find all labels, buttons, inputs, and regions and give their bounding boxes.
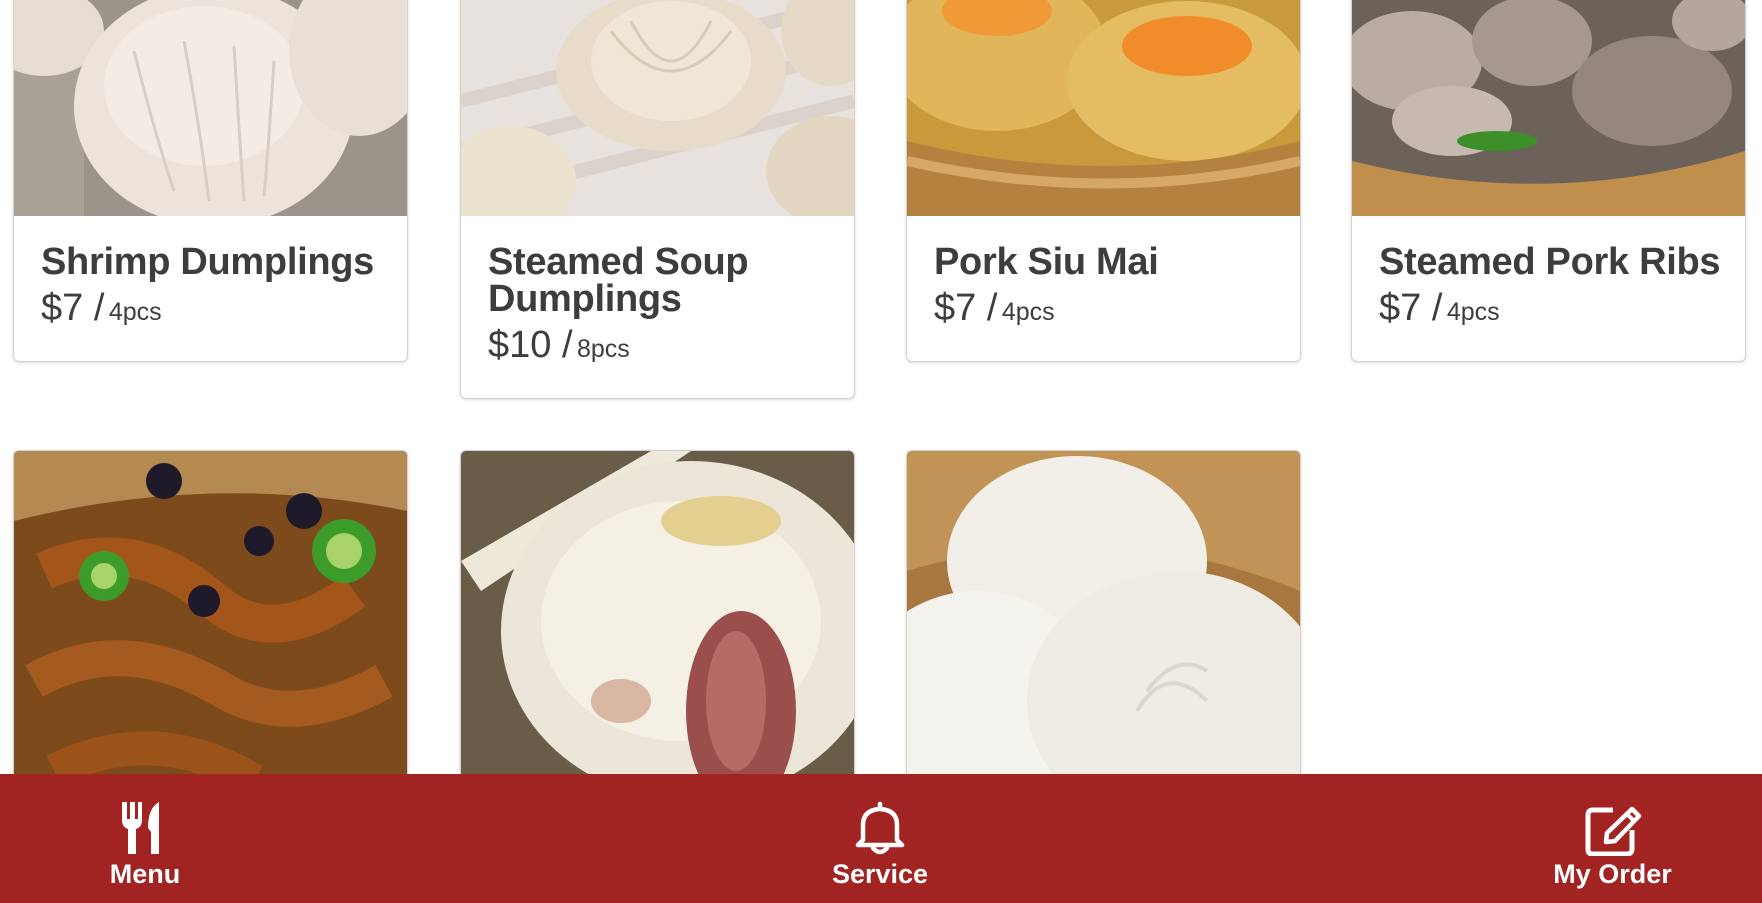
shrimp-dumplings-photo (14, 0, 407, 216)
item-price: $7 / 4pcs (41, 287, 397, 330)
bottom-nav: Menu Service My Order (0, 774, 1762, 903)
item-price: $7 / 4pcs (934, 287, 1290, 330)
item-name: Shrimp Dumplings (41, 241, 374, 283)
menu-item-card[interactable]: Shrimp Dumplings $7 / 4pcs (13, 0, 408, 362)
nav-menu-button[interactable]: Menu (75, 774, 215, 903)
item-name: Pork Siu Mai (934, 241, 1159, 283)
price-unit: 4pcs (1001, 298, 1055, 326)
edit-icon (1585, 806, 1641, 856)
item-name: Steamed Pork Ribs (1379, 241, 1721, 283)
price-unit: 8pcs (576, 335, 630, 363)
nav-service-label: Service (831, 859, 929, 889)
pork-siu-mai-photo (907, 0, 1300, 216)
price-amount: $7 / (1379, 287, 1443, 329)
price-unit: 4pcs (108, 298, 162, 326)
menu-item-card[interactable]: Steamed Pork Ribs $7 / 4pcs (1351, 0, 1746, 362)
nav-my-order-label: My Order (1553, 859, 1672, 889)
item-price: $7 / 4pcs (1379, 287, 1735, 330)
price-unit: 4pcs (1446, 298, 1500, 326)
nav-menu-label: Menu (109, 859, 181, 889)
item-price: $10 / 8pcs (488, 324, 844, 367)
item-name: Steamed Soup Dumplings (488, 241, 749, 320)
bell-icon (855, 801, 905, 855)
fork-knife-icon (122, 802, 159, 854)
price-amount: $7 / (41, 287, 105, 329)
menu-item-card[interactable]: Steamed Soup Dumplings $10 / 8pcs (460, 0, 855, 399)
pork-ribs-photo (1352, 0, 1745, 216)
nav-service-button[interactable]: Service (810, 774, 950, 903)
menu-item-card[interactable]: Pork Siu Mai $7 / 4pcs (906, 0, 1301, 362)
nav-my-order-button[interactable]: My Order (1540, 774, 1685, 903)
price-amount: $10 / (488, 324, 573, 366)
soup-dumplings-photo (461, 0, 854, 216)
price-amount: $7 / (934, 287, 998, 329)
